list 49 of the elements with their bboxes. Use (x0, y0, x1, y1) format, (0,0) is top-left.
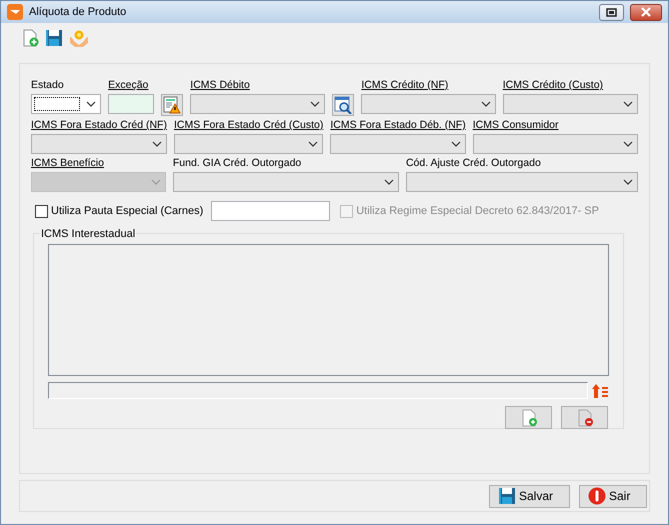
field-label: ICMS Consumidor (472, 118, 558, 132)
warning-document-button[interactable] (160, 94, 184, 116)
warning-document-icon (162, 96, 181, 114)
field-label: Fund. GIA Créd. Outorgado (172, 156, 302, 170)
add-button[interactable] (505, 406, 552, 429)
field-label: ICMS Fora Estado Déb. (NF) (330, 118, 466, 132)
close-button[interactable] (630, 4, 662, 20)
dropdown[interactable] (31, 94, 102, 114)
close-icon (640, 7, 652, 17)
save-icon (498, 487, 516, 505)
remove-button[interactable] (561, 406, 608, 429)
caret-icon (623, 101, 633, 107)
restore-icon (606, 8, 617, 16)
restore-button[interactable] (599, 4, 624, 20)
field-label: ICMS Benefício (31, 156, 104, 170)
caret-icon (450, 141, 461, 147)
checkbox-label: Utiliza Regime Especial Decreto 62.843/2017- SP (356, 204, 599, 219)
caret-icon (86, 101, 96, 107)
scroll-bar[interactable] (48, 382, 588, 399)
field-label: Cód. Ajuste Créd. Outorgado (406, 156, 541, 170)
checkbox[interactable] (35, 204, 48, 218)
caret-icon (480, 101, 491, 107)
field-label: ICMS Crédito (Custo) (502, 78, 604, 92)
caret-icon (150, 179, 161, 185)
field-label: ICMS Fora Estado Créd (NF) (31, 118, 167, 132)
field-label: Exceção (108, 78, 148, 92)
input-field[interactable] (108, 94, 154, 114)
save-button[interactable]: Salvar (489, 484, 570, 508)
caret-icon (152, 141, 162, 147)
field-label: ICMS Débito (190, 78, 250, 92)
search-icon (334, 96, 352, 114)
remove-document-icon (576, 408, 594, 426)
caret-icon (308, 141, 318, 147)
add-document-icon (520, 408, 538, 426)
search-button[interactable] (332, 94, 354, 116)
exit-icon (588, 487, 606, 505)
input-field[interactable] (211, 201, 330, 221)
exit-button[interactable]: Sair (579, 484, 647, 508)
caret-icon (384, 179, 394, 185)
move-up-icon[interactable] (591, 382, 609, 398)
caret-icon (310, 101, 320, 107)
field-label: ICMS Crédito (NF) (361, 78, 448, 92)
field-label: Estado (31, 78, 64, 92)
checkbox-label: Utiliza Pauta Especial (Carnes) (51, 204, 204, 219)
field-label: ICMS Fora Estado Créd (Custo) (174, 118, 324, 132)
caret-icon (623, 141, 633, 147)
app-icon (7, 4, 23, 20)
caret-icon (623, 179, 633, 185)
window-title: Alíquota de Produto (29, 4, 128, 20)
